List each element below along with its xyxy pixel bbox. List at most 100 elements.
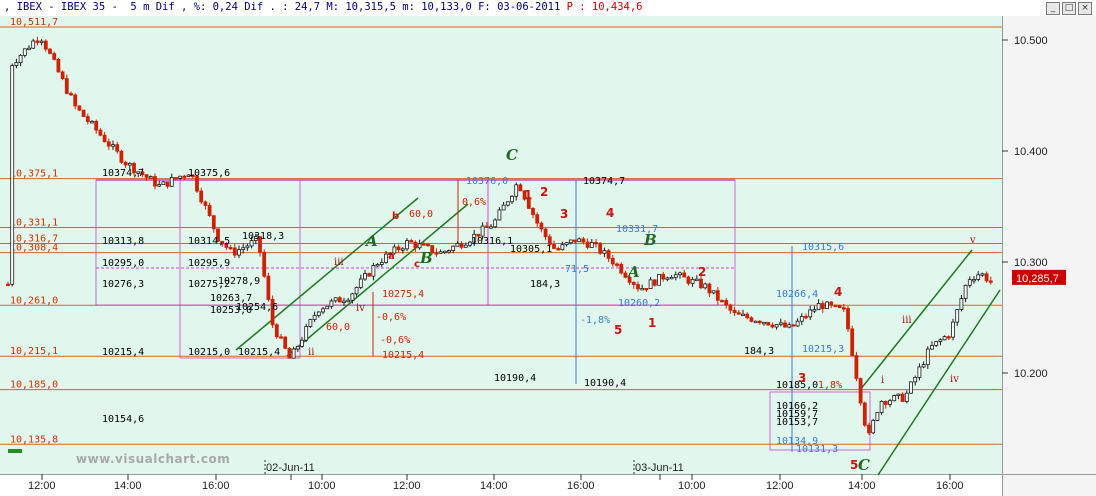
wave-label-green: A — [626, 263, 640, 281]
candle-body — [31, 40, 36, 49]
candle-body — [396, 246, 401, 251]
candle-body — [363, 273, 367, 280]
candle-body — [199, 190, 204, 203]
candle-body — [589, 242, 594, 248]
candle-body — [27, 47, 31, 51]
level-label: 10,375,1 — [10, 169, 58, 180]
level-label: 10,308,4 — [10, 243, 58, 254]
candle-body — [741, 313, 745, 317]
x-tick-label: 16:00 — [202, 480, 230, 492]
candle-body — [81, 109, 86, 117]
candle-body — [909, 381, 913, 394]
candle-body — [615, 263, 619, 266]
wave-label-red: 1 — [524, 188, 532, 202]
candle-body — [850, 328, 855, 356]
candle-body — [321, 308, 325, 313]
candle-body — [543, 228, 548, 238]
wave-label-red: 2 — [698, 265, 706, 279]
candle-body — [484, 225, 489, 228]
candle-body — [447, 250, 451, 253]
candle-body — [808, 309, 813, 318]
candle-body — [409, 240, 414, 243]
candle-body — [518, 184, 523, 192]
candle-body — [862, 402, 867, 426]
candle-body — [925, 348, 930, 366]
candle-body — [967, 279, 972, 286]
x-date-label: 02-Jun-11 — [266, 462, 315, 474]
candle-body — [451, 245, 456, 251]
wave-label-red: 2 — [540, 185, 548, 199]
wave-label-red: 1 — [648, 316, 656, 330]
candle-body — [115, 144, 120, 152]
candle-body — [442, 250, 447, 254]
candle-body — [98, 129, 103, 136]
x-tick-label: 12:00 — [28, 480, 56, 492]
x-date-label: 03-Jun-11 — [635, 462, 684, 474]
y-tick-label: 10.400 — [1014, 146, 1048, 158]
candle-body — [942, 336, 947, 341]
price-annotation: 10260,2 — [618, 298, 660, 309]
candle-body — [602, 250, 607, 254]
wave-label-green: B — [419, 249, 433, 267]
candle-body — [169, 177, 174, 187]
candle-body — [43, 40, 48, 50]
price-annotation: 10376,0 — [466, 176, 508, 187]
candle-body — [804, 316, 808, 319]
candle-body — [232, 247, 237, 256]
level-label: 10,331,1 — [10, 217, 58, 228]
candle-body — [552, 244, 556, 249]
candle-body — [623, 272, 628, 278]
candle-body — [564, 242, 569, 246]
candle-body — [858, 378, 863, 404]
wave-label-red: 5 — [614, 323, 622, 337]
candle-body — [951, 321, 955, 338]
x-tick-label: 14:00 — [480, 480, 508, 492]
chart-svg: 10.500 10.400 10.300 10.200 12:00 14:00 16:00 0… — [0, 17, 1066, 492]
candle-body — [560, 244, 565, 251]
price-annotation: 60,0 — [326, 322, 350, 333]
price-annotation: 10316,1 — [471, 236, 513, 247]
candle-body — [123, 161, 128, 166]
candle-body — [636, 284, 640, 290]
candle-body — [350, 293, 355, 301]
candle-body — [699, 278, 703, 289]
level-label: 10,185,0 — [10, 380, 58, 391]
wave-label-red: c — [414, 259, 420, 270]
candle-body — [157, 184, 162, 187]
candle-body — [52, 53, 57, 60]
candle-body — [295, 346, 300, 350]
candle-body — [984, 273, 989, 282]
candle-body — [35, 40, 40, 43]
candle-body — [178, 175, 183, 179]
y-tick-label: 10.300 — [1014, 257, 1048, 269]
candle-body — [14, 62, 19, 66]
candle-body — [690, 279, 695, 284]
wave-label-roman: iii — [902, 315, 912, 326]
candle-body — [577, 238, 582, 243]
candle-body — [153, 176, 157, 187]
candle-body — [976, 274, 981, 280]
wave-label-green: C — [858, 456, 870, 474]
price-annotation: 10154,6 — [102, 414, 144, 425]
price-annotation: 10305,1 — [510, 244, 552, 255]
candle-body — [203, 201, 208, 206]
candle-body — [69, 93, 73, 96]
candle-body — [652, 279, 657, 286]
candle-body — [778, 322, 783, 325]
wave-label-red: 5 — [850, 458, 858, 472]
candle-body — [762, 321, 766, 325]
candle-body — [598, 242, 603, 254]
candle-body — [930, 345, 934, 350]
candle-body — [455, 243, 460, 247]
candle-body — [787, 324, 792, 328]
candle-body — [371, 265, 376, 277]
y-tick-label: 10.500 — [1014, 35, 1048, 47]
candle-body — [300, 339, 304, 347]
price-annotation: 10215,4 — [382, 350, 424, 361]
candle-body — [988, 280, 993, 283]
wave-label-green: A — [364, 232, 378, 250]
level-label: 10,215,1 — [10, 346, 58, 357]
price-annotation: 60,0 — [409, 209, 433, 220]
candle-body — [316, 311, 321, 316]
candle-body — [312, 315, 317, 320]
